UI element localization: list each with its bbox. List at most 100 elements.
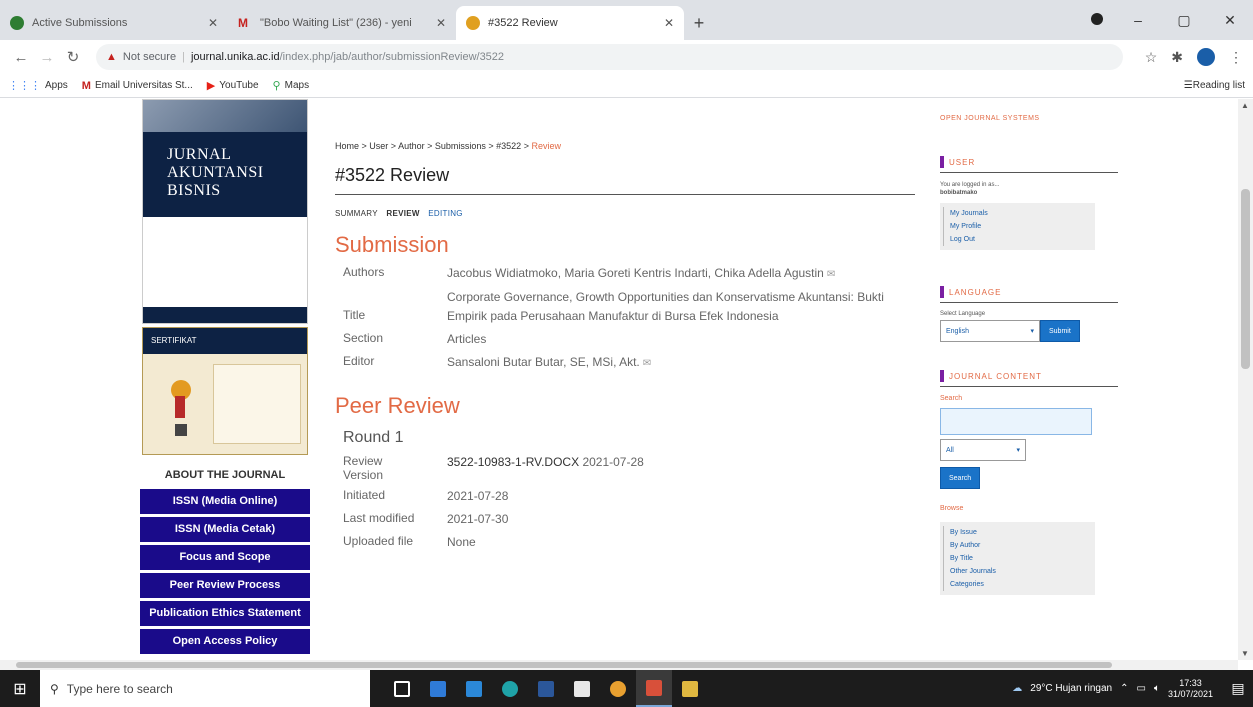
menu-open-access-policy[interactable]: Open Access Policy <box>140 629 310 654</box>
scroll-down-arrow-icon[interactable]: ▼ <box>1241 649 1249 658</box>
menu-publication-ethics[interactable]: Publication Ethics Statement <box>140 601 310 626</box>
windows-start-icon[interactable]: ⊞ <box>0 679 40 699</box>
breadcrumb-review[interactable]: Review <box>531 141 561 151</box>
editor-label: Editor <box>343 354 375 368</box>
breadcrumb-submission-id[interactable]: #3522 <box>496 141 521 151</box>
submission-heading: Submission <box>335 232 449 257</box>
bookmark-email[interactable]: M Email Universitas St... <box>82 80 193 92</box>
link-log-out[interactable]: Log Out <box>943 233 1089 246</box>
profile-avatar-icon[interactable] <box>1197 48 1215 66</box>
weather-cloud-icon[interactable]: ☁ <box>1012 683 1022 694</box>
email-envelope-icon[interactable]: ✉ <box>827 269 835 280</box>
bookmark-youtube[interactable]: ▶ YouTube <box>207 79 259 92</box>
tab-editing[interactable]: EDITING <box>428 209 463 218</box>
star-icon[interactable]: ☆ <box>1145 49 1158 66</box>
breadcrumb-sep: > <box>485 141 497 151</box>
horizontal-scrollbar[interactable] <box>0 660 1238 670</box>
breadcrumb-author[interactable]: Author <box>398 141 425 151</box>
breadcrumb-submissions[interactable]: Submissions <box>435 141 486 151</box>
breadcrumb-user[interactable]: User <box>369 141 388 151</box>
new-tab-button[interactable]: + <box>684 6 714 40</box>
minimize-button[interactable]: – <box>1115 12 1161 28</box>
review-version-file-link[interactable]: 3522-10983-1-RV.DOCX <box>447 455 579 469</box>
tab-summary[interactable]: SUMMARY <box>335 209 378 218</box>
taskbar-search-box[interactable]: ⚲ Type here to search <box>40 670 370 707</box>
bookmark-apps[interactable]: ⋮⋮⋮ Apps <box>8 79 68 92</box>
browse-by-author[interactable]: By Author <box>943 539 1089 552</box>
address-bar[interactable]: ▲ Not secure | journal.unika.ac.id /inde… <box>96 44 1123 70</box>
scrollbar-thumb[interactable] <box>16 662 1112 668</box>
warning-icon: ▲ <box>106 51 117 63</box>
browse-other-journals[interactable]: Other Journals <box>943 565 1089 578</box>
notification-center-icon[interactable]: ▤ <box>1223 680 1253 697</box>
reading-list-button[interactable]: ☰ Reading list <box>1184 80 1245 91</box>
toolbar-actions: ☆ ✱ ⋮ <box>1131 48 1243 66</box>
word-icon[interactable] <box>528 670 564 707</box>
bookmark-maps[interactable]: ⚲ Maps <box>273 79 310 92</box>
peer-review-details: Review Version 3522-10983-1-RV.DOCX 2021… <box>335 451 915 554</box>
block-marker-icon <box>940 286 944 298</box>
close-window-button[interactable]: ✕ <box>1207 12 1253 29</box>
journal-favicon-icon <box>10 16 24 30</box>
search-scope-select[interactable]: All ▾ <box>940 439 1026 461</box>
vertical-scrollbar[interactable]: ▲ ▼ <box>1238 99 1253 660</box>
forward-arrow-icon[interactable]: → <box>36 49 58 66</box>
search-input[interactable] <box>940 408 1092 435</box>
url-host: journal.unika.ac.id <box>190 51 280 63</box>
reload-icon[interactable]: ↻ <box>62 48 84 66</box>
menu-kebab-icon[interactable]: ⋮ <box>1229 49 1243 66</box>
task-view-icon[interactable] <box>384 670 420 707</box>
close-icon[interactable]: ✕ <box>208 16 218 30</box>
page-title: #3522 Review <box>335 165 915 195</box>
file-manager-icon[interactable] <box>672 670 708 707</box>
tab-gmail[interactable]: M "Bobo Waiting List" (236) - yeni ✕ <box>228 6 456 40</box>
volume-icon[interactable]: 🔈︎ <box>1154 683 1160 694</box>
email-envelope-icon[interactable]: ✉ <box>643 358 651 369</box>
language-submit-button[interactable]: Submit <box>1040 320 1080 342</box>
title-label: Title <box>343 308 366 322</box>
weather-text[interactable]: 29°C Hujan ringan <box>1030 683 1112 694</box>
back-arrow-icon[interactable]: ← <box>10 49 32 66</box>
ojs-link[interactable]: OPEN JOURNAL SYSTEMS <box>940 115 1118 122</box>
browse-categories[interactable]: Categories <box>943 578 1089 591</box>
browse-by-title[interactable]: By Title <box>943 552 1089 565</box>
scroll-up-arrow-icon[interactable]: ▲ <box>1241 101 1249 110</box>
system-tray: ☁ 29°C Hujan ringan ⌃ ▭ 🔈︎ 17:33 31/07/2… <box>1012 678 1253 700</box>
extensions-puzzle-icon[interactable]: ✱ <box>1171 49 1183 66</box>
close-icon[interactable]: ✕ <box>664 16 674 30</box>
task-view-icon <box>394 680 410 697</box>
maximize-button[interactable]: ▢ <box>1161 12 1207 29</box>
teams-icon[interactable] <box>636 670 672 707</box>
menu-issn-print[interactable]: ISSN (Media Cetak) <box>140 517 310 542</box>
tray-chevron-icon[interactable]: ⌃ <box>1120 683 1128 694</box>
menu-peer-review-process[interactable]: Peer Review Process <box>140 573 310 598</box>
tab-active-submissions[interactable]: Active Submissions ✕ <box>0 6 228 40</box>
store-icon[interactable] <box>564 670 600 707</box>
browse-by-issue[interactable]: By Issue <box>943 526 1089 539</box>
file-explorer-icon[interactable] <box>420 670 456 707</box>
breadcrumb-home[interactable]: Home <box>335 141 359 151</box>
username: bobibatmako <box>940 190 978 196</box>
battery-icon[interactable]: ▭ <box>1137 683 1146 694</box>
search-button[interactable]: Search <box>940 467 981 489</box>
file-explorer-icon <box>430 680 446 697</box>
link-my-journals[interactable]: My Journals <box>943 207 1089 220</box>
menu-focus-scope[interactable]: Focus and Scope <box>140 545 310 570</box>
authors-label: Authors <box>343 265 385 279</box>
scrollbar-thumb[interactable] <box>1241 189 1250 369</box>
edge-icon[interactable] <box>492 670 528 707</box>
reading-list-icon: ☰ <box>1183 80 1193 91</box>
menu-issn-online[interactable]: ISSN (Media Online) <box>140 489 310 514</box>
clock[interactable]: 17:33 31/07/2021 <box>1168 678 1213 700</box>
mail-icon[interactable] <box>456 670 492 707</box>
language-select[interactable]: English ▾ <box>940 320 1040 342</box>
qr-code-icon <box>175 424 187 436</box>
chrome-icon[interactable] <box>600 670 636 707</box>
tab-review[interactable]: #3522 Review ✕ <box>456 6 684 40</box>
close-icon[interactable]: ✕ <box>436 16 446 30</box>
browse-label: Browse <box>940 505 964 512</box>
clock-time: 17:33 <box>1179 677 1202 688</box>
link-my-profile[interactable]: My Profile <box>943 220 1089 233</box>
tab-review[interactable]: REVIEW <box>386 209 419 218</box>
bookmark-label: Email Universitas St... <box>94 80 193 91</box>
